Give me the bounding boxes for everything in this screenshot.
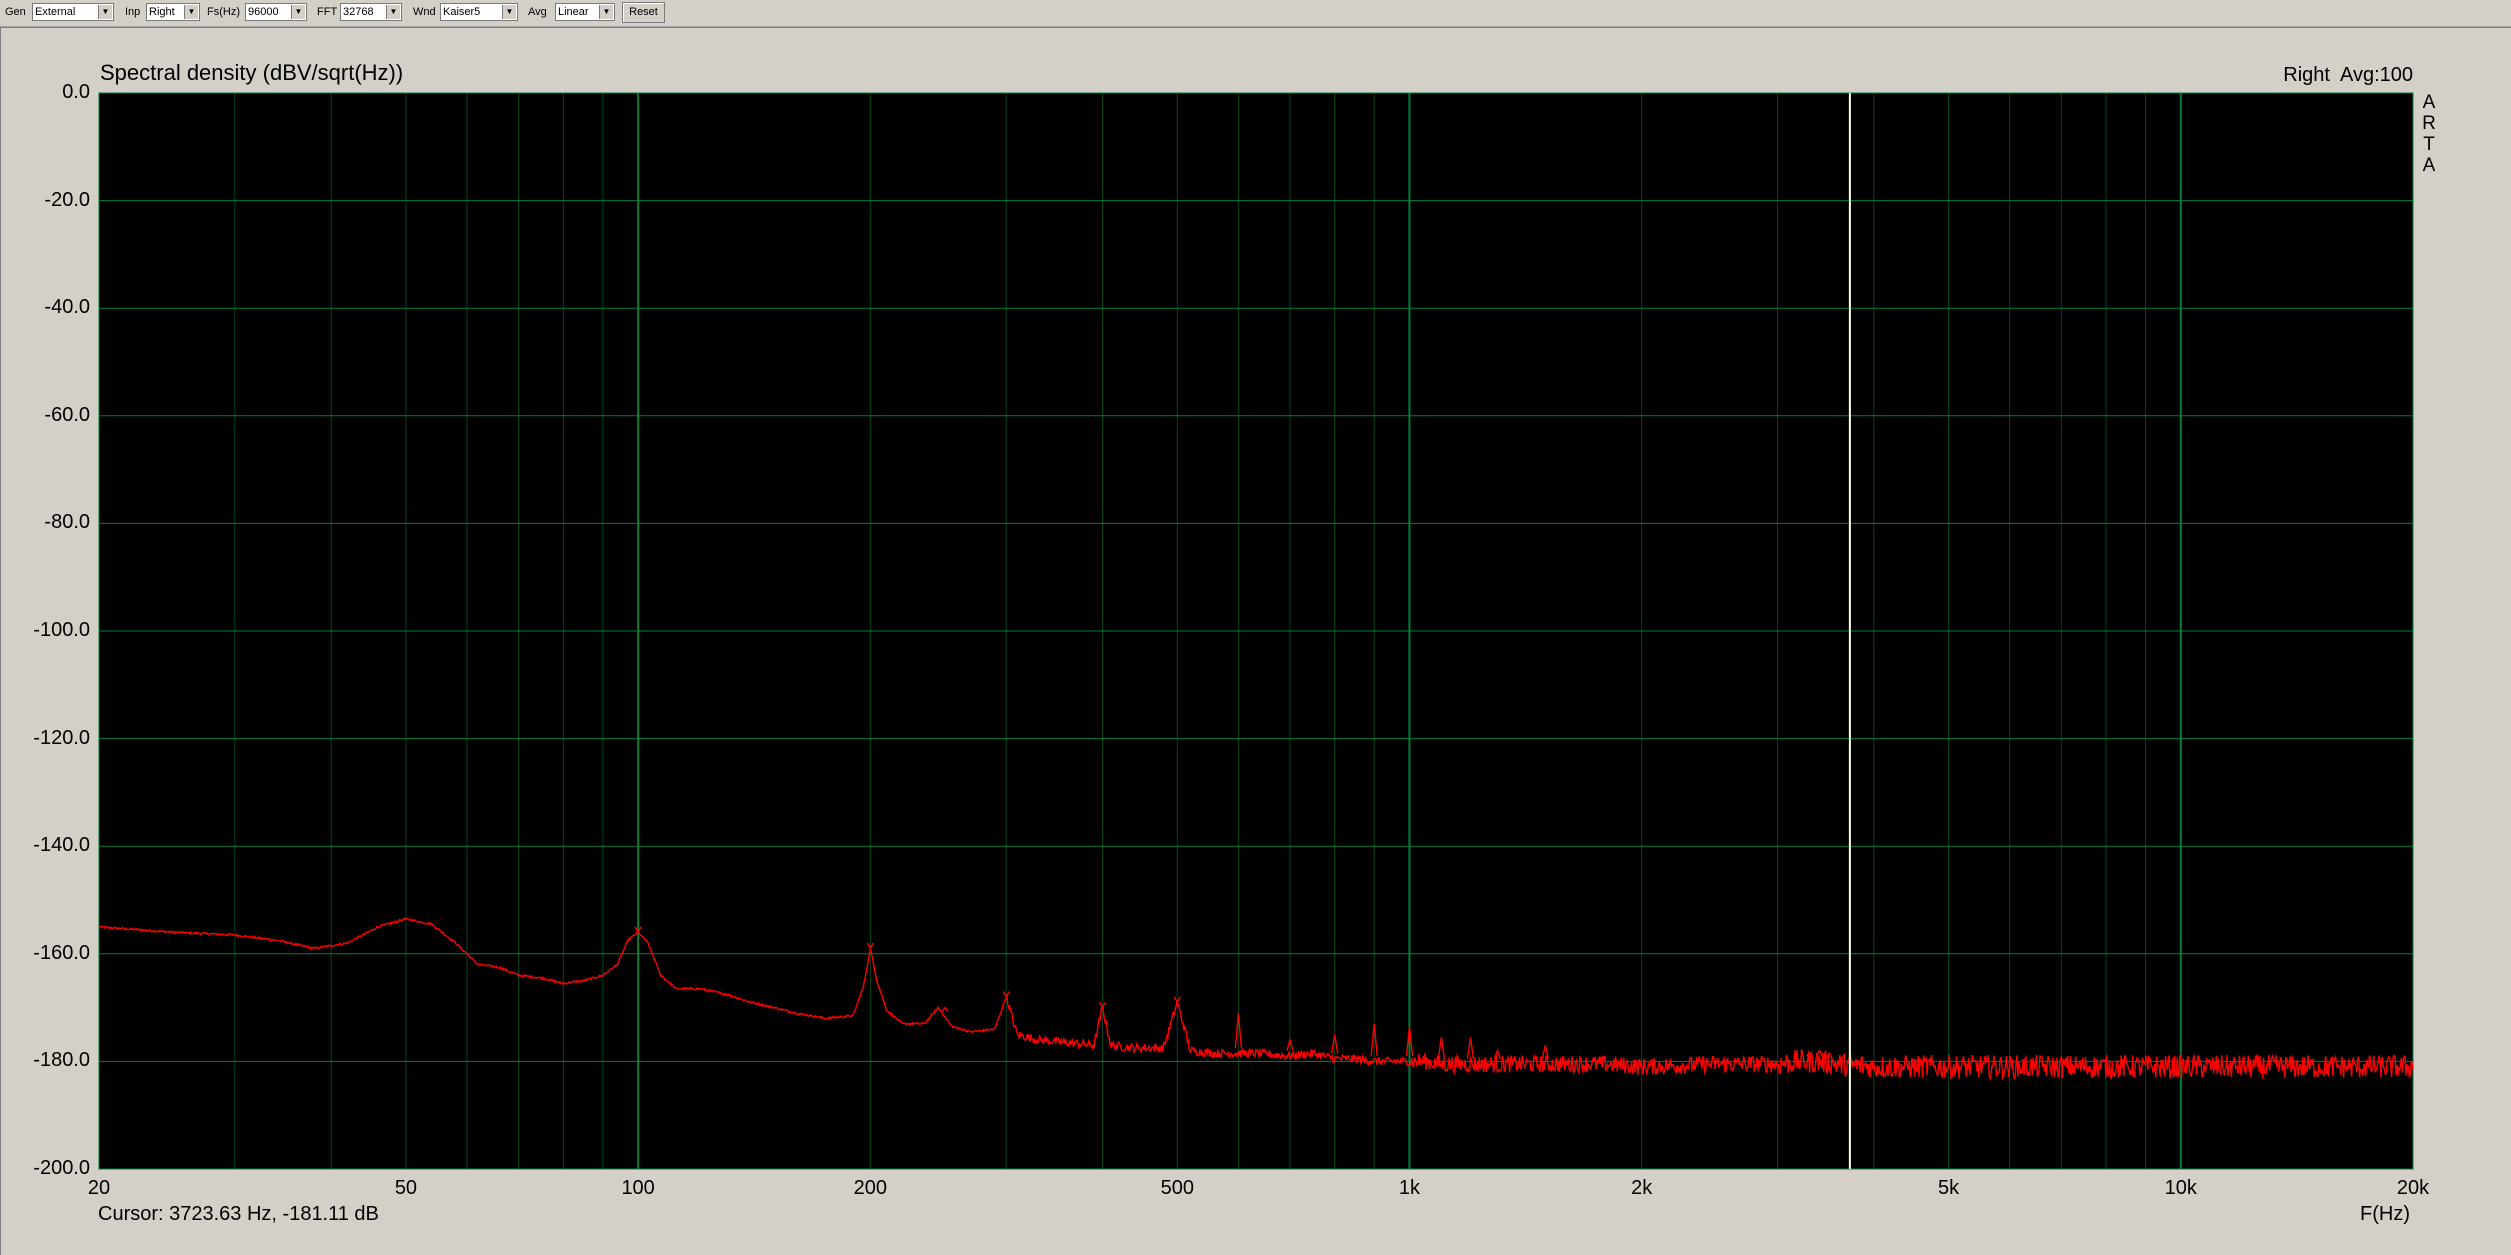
- y-tick-label: -180.0: [33, 1049, 90, 1072]
- x-tick-label: 20k: [2396, 1177, 2430, 1199]
- y-tick-label: -20.0: [44, 188, 90, 211]
- y-tick-label: -60.0: [44, 403, 90, 426]
- x-tick-label: 500: [1160, 1177, 1194, 1199]
- y-tick-label: -200.0: [33, 1157, 90, 1179]
- x-tick-label: 20: [87, 1177, 111, 1199]
- y-tick-label: -160.0: [33, 941, 90, 964]
- y-tick-label: -120.0: [33, 726, 90, 749]
- x-tick-label: 10k: [2164, 1177, 2197, 1199]
- y-tick-label: -140.0: [33, 834, 90, 857]
- y-tick-label: -40.0: [44, 296, 90, 319]
- x-tick-label: 2k: [1631, 1177, 1653, 1199]
- spectrum-chart[interactable]: [0, 0, 2511, 1255]
- x-tick-label: 100: [621, 1177, 655, 1199]
- x-tick-label: 200: [853, 1177, 888, 1199]
- x-tick-label: 50: [394, 1177, 418, 1199]
- cursor-readout: Cursor: 3723.63 Hz, -181.11 dB: [98, 1203, 379, 1225]
- x-tick-label: 5k: [1938, 1177, 1960, 1199]
- y-tick-label: -100.0: [33, 619, 90, 641]
- x-axis-unit: F(Hz): [2360, 1203, 2410, 1225]
- x-tick-label: 1k: [1398, 1177, 1421, 1199]
- y-tick-label: -80.0: [44, 511, 90, 534]
- y-tick-label: 0.0: [62, 81, 90, 103]
